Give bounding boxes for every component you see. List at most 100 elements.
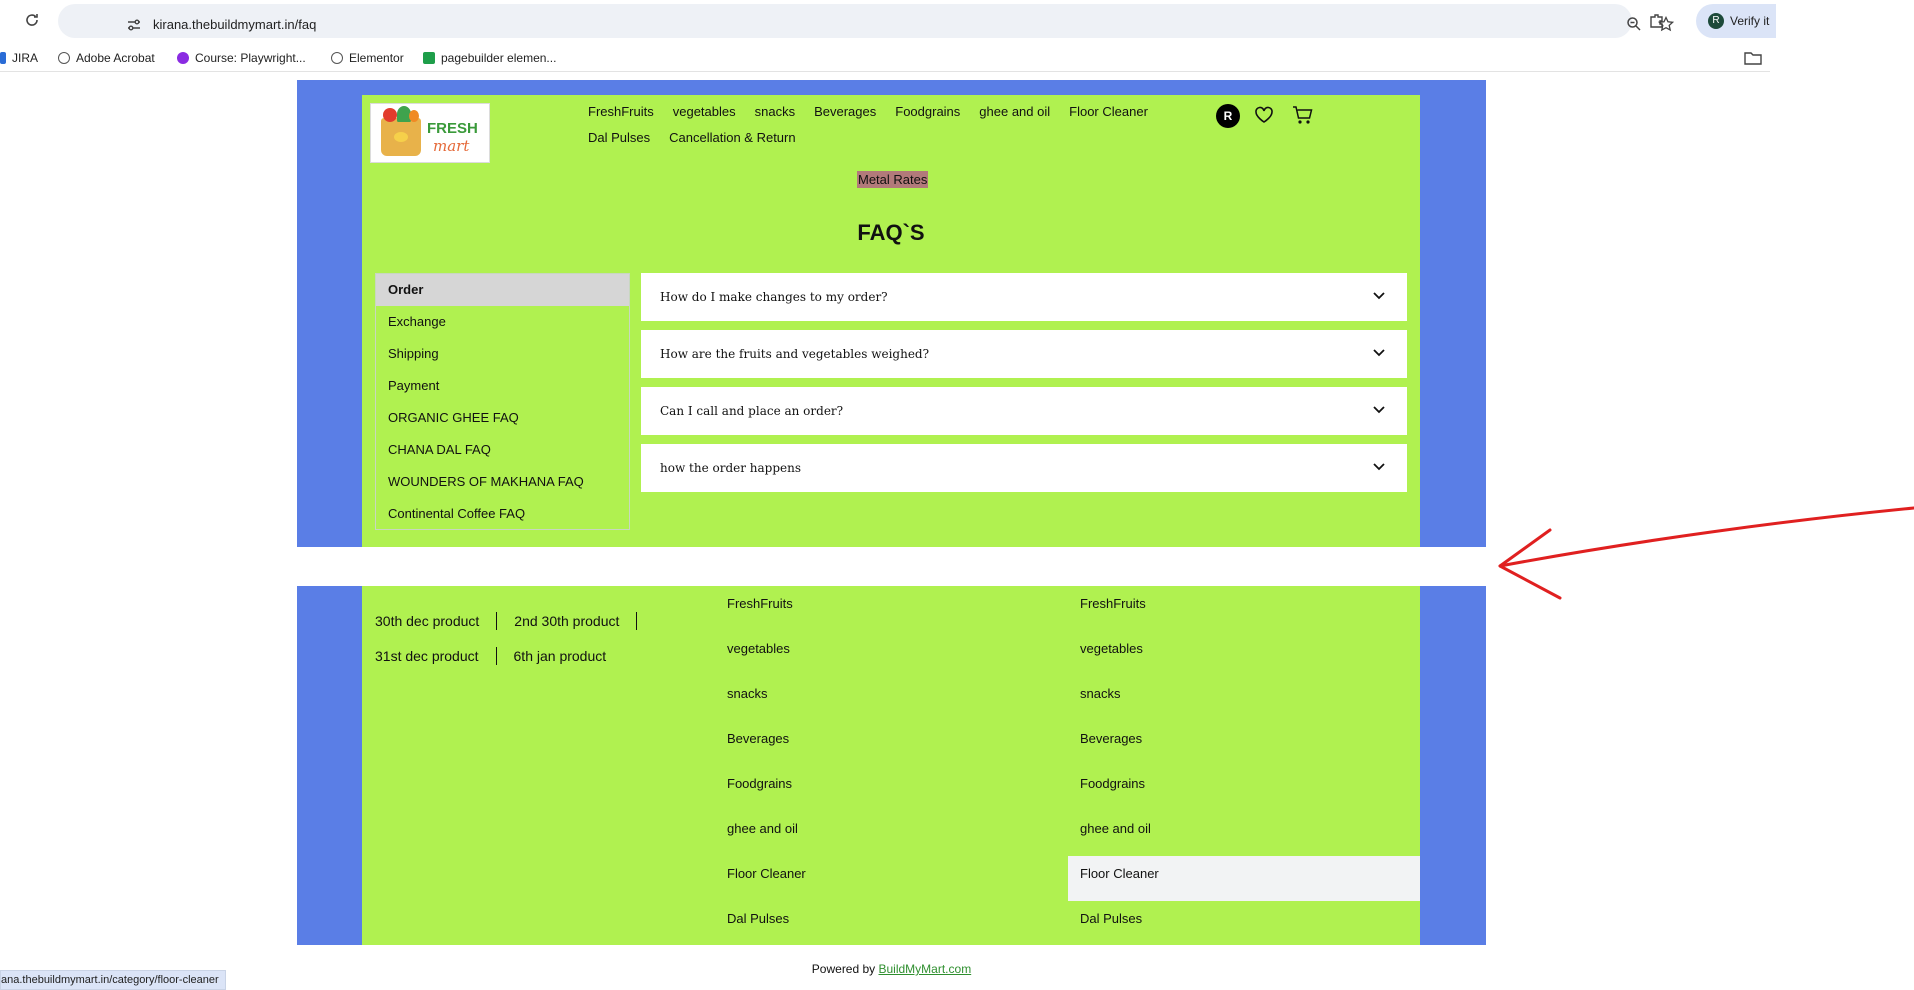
divider	[496, 612, 498, 630]
footer-link-ghee-and-oil[interactable]: ghee and oil	[1068, 811, 1420, 856]
faq-category-chana-dal[interactable]: CHANA DAL FAQ	[376, 434, 629, 466]
faq-question[interactable]: How are the fruits and vegetables weighe…	[641, 330, 1407, 378]
bookmarks-bar: JIRA Adobe Acrobat Course: Playwright...…	[0, 44, 1770, 72]
bookmark-pagebuilder[interactable]: pagebuilder elemen...	[423, 51, 556, 65]
red-annotation-arrow	[1498, 506, 1914, 600]
powered-by-text: Powered by	[811, 962, 879, 976]
divider	[636, 612, 638, 630]
footer-link-foodgrains[interactable]: Foodgrains	[715, 766, 1055, 811]
footer-category-column-1: FreshFruits vegetables snacks Beverages …	[715, 586, 1055, 946]
cart-icon[interactable]	[1292, 105, 1314, 125]
site-footer-frame: 30th dec product 2nd 30th product 31st de…	[297, 586, 1486, 945]
user-avatar[interactable]: R	[1216, 104, 1240, 128]
faq-category-order[interactable]: Order	[376, 274, 629, 306]
bookmark-course-playwright[interactable]: Course: Playwright...	[177, 51, 306, 65]
footer-link-floor-cleaner-hovered[interactable]: Floor Cleaner	[1068, 856, 1420, 901]
product-link[interactable]: 2nd 30th product	[514, 613, 619, 629]
url-text[interactable]: kirana.thebuildmymart.in/faq	[153, 17, 316, 32]
profile-avatar: R	[1708, 13, 1724, 29]
faq-category-coffee[interactable]: Continental Coffee FAQ	[376, 498, 629, 530]
course-icon	[177, 52, 189, 64]
logo-text-mart: mart	[433, 137, 470, 155]
faq-category-exchange[interactable]: Exchange	[376, 306, 629, 338]
faq-question-text: Can I call and place an order?	[660, 404, 844, 418]
footer-content: 30th dec product 2nd 30th product 31st de…	[362, 586, 1420, 945]
product-link[interactable]: 6th jan product	[514, 648, 607, 664]
divider	[495, 647, 497, 665]
nav-snacks[interactable]: snacks	[755, 104, 795, 119]
faq-question-text: How do I make changes to my order?	[660, 290, 888, 304]
status-bar-url: ana.thebuildmymart.in/category/floor-cle…	[0, 970, 226, 990]
faq-category-list: Order Exchange Shipping Payment ORGANIC …	[375, 273, 630, 530]
faq-question-list: How do I make changes to my order? How a…	[641, 273, 1407, 501]
browser-toolbar: kirana.thebuildmymart.in/faq R Verify it	[0, 0, 1776, 42]
nav-vegetables[interactable]: vegetables	[673, 104, 736, 119]
product-link[interactable]: 31st dec product	[375, 648, 479, 664]
profile-button[interactable]: R Verify it	[1696, 4, 1776, 38]
faq-question[interactable]: how the order happens	[641, 444, 1407, 492]
wishlist-heart-icon[interactable]	[1254, 106, 1274, 124]
chevron-down-icon	[1373, 406, 1385, 414]
logo-text-fresh: FRESH	[427, 120, 478, 137]
footer-link-snacks[interactable]: snacks	[1068, 676, 1420, 721]
bag-label-icon	[394, 132, 408, 142]
main-nav-row2: Dal Pulses Cancellation & Return	[588, 130, 796, 145]
faq-category-makhana[interactable]: WOUNDERS OF MAKHANA FAQ	[376, 466, 629, 498]
product-links: 30th dec product 2nd 30th product 31st de…	[375, 612, 654, 682]
footer-category-column-2: FreshFruits vegetables snacks Beverages …	[1068, 586, 1420, 946]
nav-dal-pulses[interactable]: Dal Pulses	[588, 130, 650, 145]
page-title: FAQ`S	[857, 220, 925, 245]
site-logo[interactable]: FRESH mart	[370, 103, 490, 163]
footer-link-foodgrains[interactable]: Foodgrains	[1068, 766, 1420, 811]
buildmymart-link[interactable]: BuildMyMart.com	[879, 962, 972, 976]
footer-link-ghee-and-oil[interactable]: ghee and oil	[715, 811, 1055, 856]
nav-freshfruits[interactable]: FreshFruits	[588, 104, 654, 119]
bookmark-jira[interactable]: JIRA	[0, 51, 38, 65]
faq-category-shipping[interactable]: Shipping	[376, 338, 629, 370]
faq-category-organic-ghee[interactable]: ORGANIC GHEE FAQ	[376, 402, 629, 434]
address-bar[interactable]: kirana.thebuildmymart.in/faq	[58, 4, 1674, 38]
faq-question[interactable]: How do I make changes to my order?	[641, 273, 1407, 321]
nav-floor-cleaner[interactable]: Floor Cleaner	[1069, 104, 1148, 119]
zoom-icon[interactable]	[1626, 16, 1642, 32]
bookmark-adobe-acrobat[interactable]: Adobe Acrobat	[58, 51, 155, 65]
page-content: FRESH mart FreshFruits vegetables snacks…	[362, 95, 1420, 547]
chevron-down-icon	[1373, 349, 1385, 357]
site-settings-icon[interactable]	[126, 17, 142, 33]
footer-link-beverages[interactable]: Beverages	[715, 721, 1055, 766]
footer-link-dal-pulses[interactable]: Dal Pulses	[1068, 901, 1420, 946]
main-nav: FreshFruits vegetables snacks Beverages …	[588, 104, 1148, 119]
globe-icon	[58, 52, 70, 64]
footer-link-snacks[interactable]: snacks	[715, 676, 1055, 721]
site-header-frame: FRESH mart FreshFruits vegetables snacks…	[297, 80, 1486, 547]
footer-link-freshfruits[interactable]: FreshFruits	[715, 586, 1055, 631]
metal-rates-link[interactable]: Metal Rates	[857, 171, 929, 188]
faq-question[interactable]: Can I call and place an order?	[641, 387, 1407, 435]
nav-foodgrains[interactable]: Foodgrains	[895, 104, 960, 119]
nav-ghee-and-oil[interactable]: ghee and oil	[979, 104, 1050, 119]
reload-icon[interactable]	[24, 12, 40, 28]
product-link[interactable]: 30th dec product	[375, 613, 479, 629]
footer-link-vegetables[interactable]: vegetables	[715, 631, 1055, 676]
footer-link-beverages[interactable]: Beverages	[1068, 721, 1420, 766]
chevron-down-icon	[1373, 463, 1385, 471]
profile-label: Verify it	[1730, 14, 1770, 28]
sheets-icon	[423, 52, 435, 64]
nav-beverages[interactable]: Beverages	[814, 104, 876, 119]
tomato-icon	[383, 108, 397, 122]
nav-cancellation-return[interactable]: Cancellation & Return	[669, 130, 795, 145]
footer-link-freshfruits[interactable]: FreshFruits	[1068, 586, 1420, 631]
bookmark-elementor[interactable]: Elementor	[331, 51, 404, 65]
folder-icon[interactable]	[1744, 50, 1762, 66]
footer-link-vegetables[interactable]: vegetables	[1068, 631, 1420, 676]
footer-link-floor-cleaner[interactable]: Floor Cleaner	[715, 856, 1055, 901]
faq-question-text: How are the fruits and vegetables weighe…	[660, 347, 930, 361]
footer-link-dal-pulses[interactable]: Dal Pulses	[715, 901, 1055, 946]
faq-category-payment[interactable]: Payment	[376, 370, 629, 402]
extensions-icon[interactable]	[1648, 12, 1666, 30]
globe-icon	[331, 52, 343, 64]
jira-icon	[0, 52, 6, 64]
orange-icon	[409, 110, 419, 122]
faq-question-text: how the order happens	[660, 461, 802, 475]
chevron-down-icon	[1373, 292, 1385, 300]
